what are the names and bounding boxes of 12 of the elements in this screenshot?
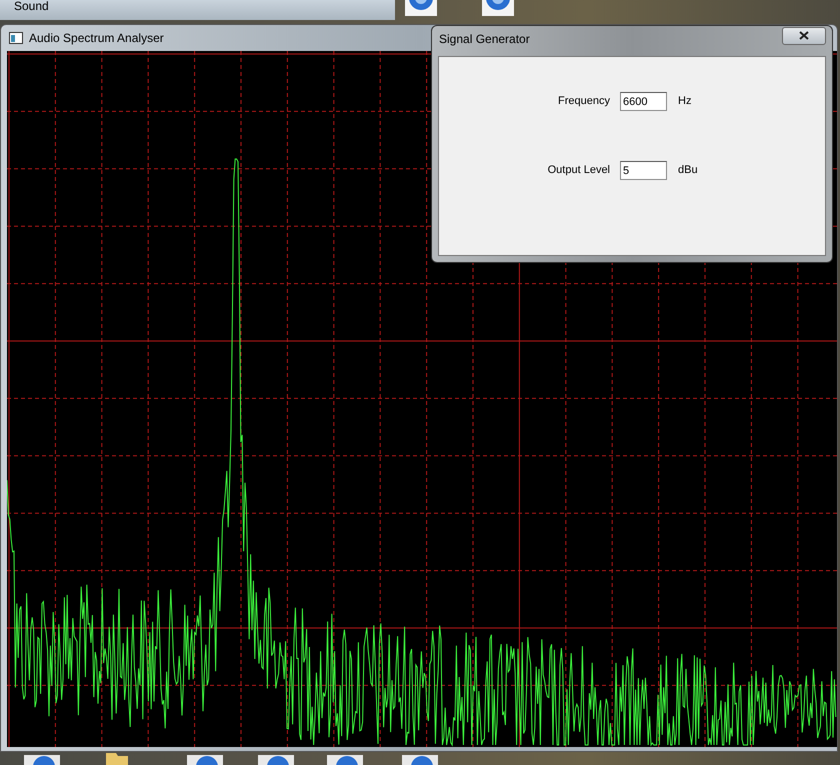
window-title: Signal Generator xyxy=(439,30,530,48)
window-title: Sound xyxy=(14,0,49,15)
input-field[interactable]: 5 xyxy=(620,161,667,180)
unit-label: dBu xyxy=(678,163,698,178)
unit-label: Hz xyxy=(678,94,692,110)
field-label: Output Level xyxy=(546,163,610,178)
input-field[interactable]: 6600 xyxy=(620,92,667,111)
window-title: Audio Spectrum Analyser xyxy=(29,30,164,46)
close-icon xyxy=(799,31,809,40)
app-icon xyxy=(9,32,23,44)
field-label: Frequency xyxy=(557,94,610,110)
close-button[interactable] xyxy=(782,26,826,44)
